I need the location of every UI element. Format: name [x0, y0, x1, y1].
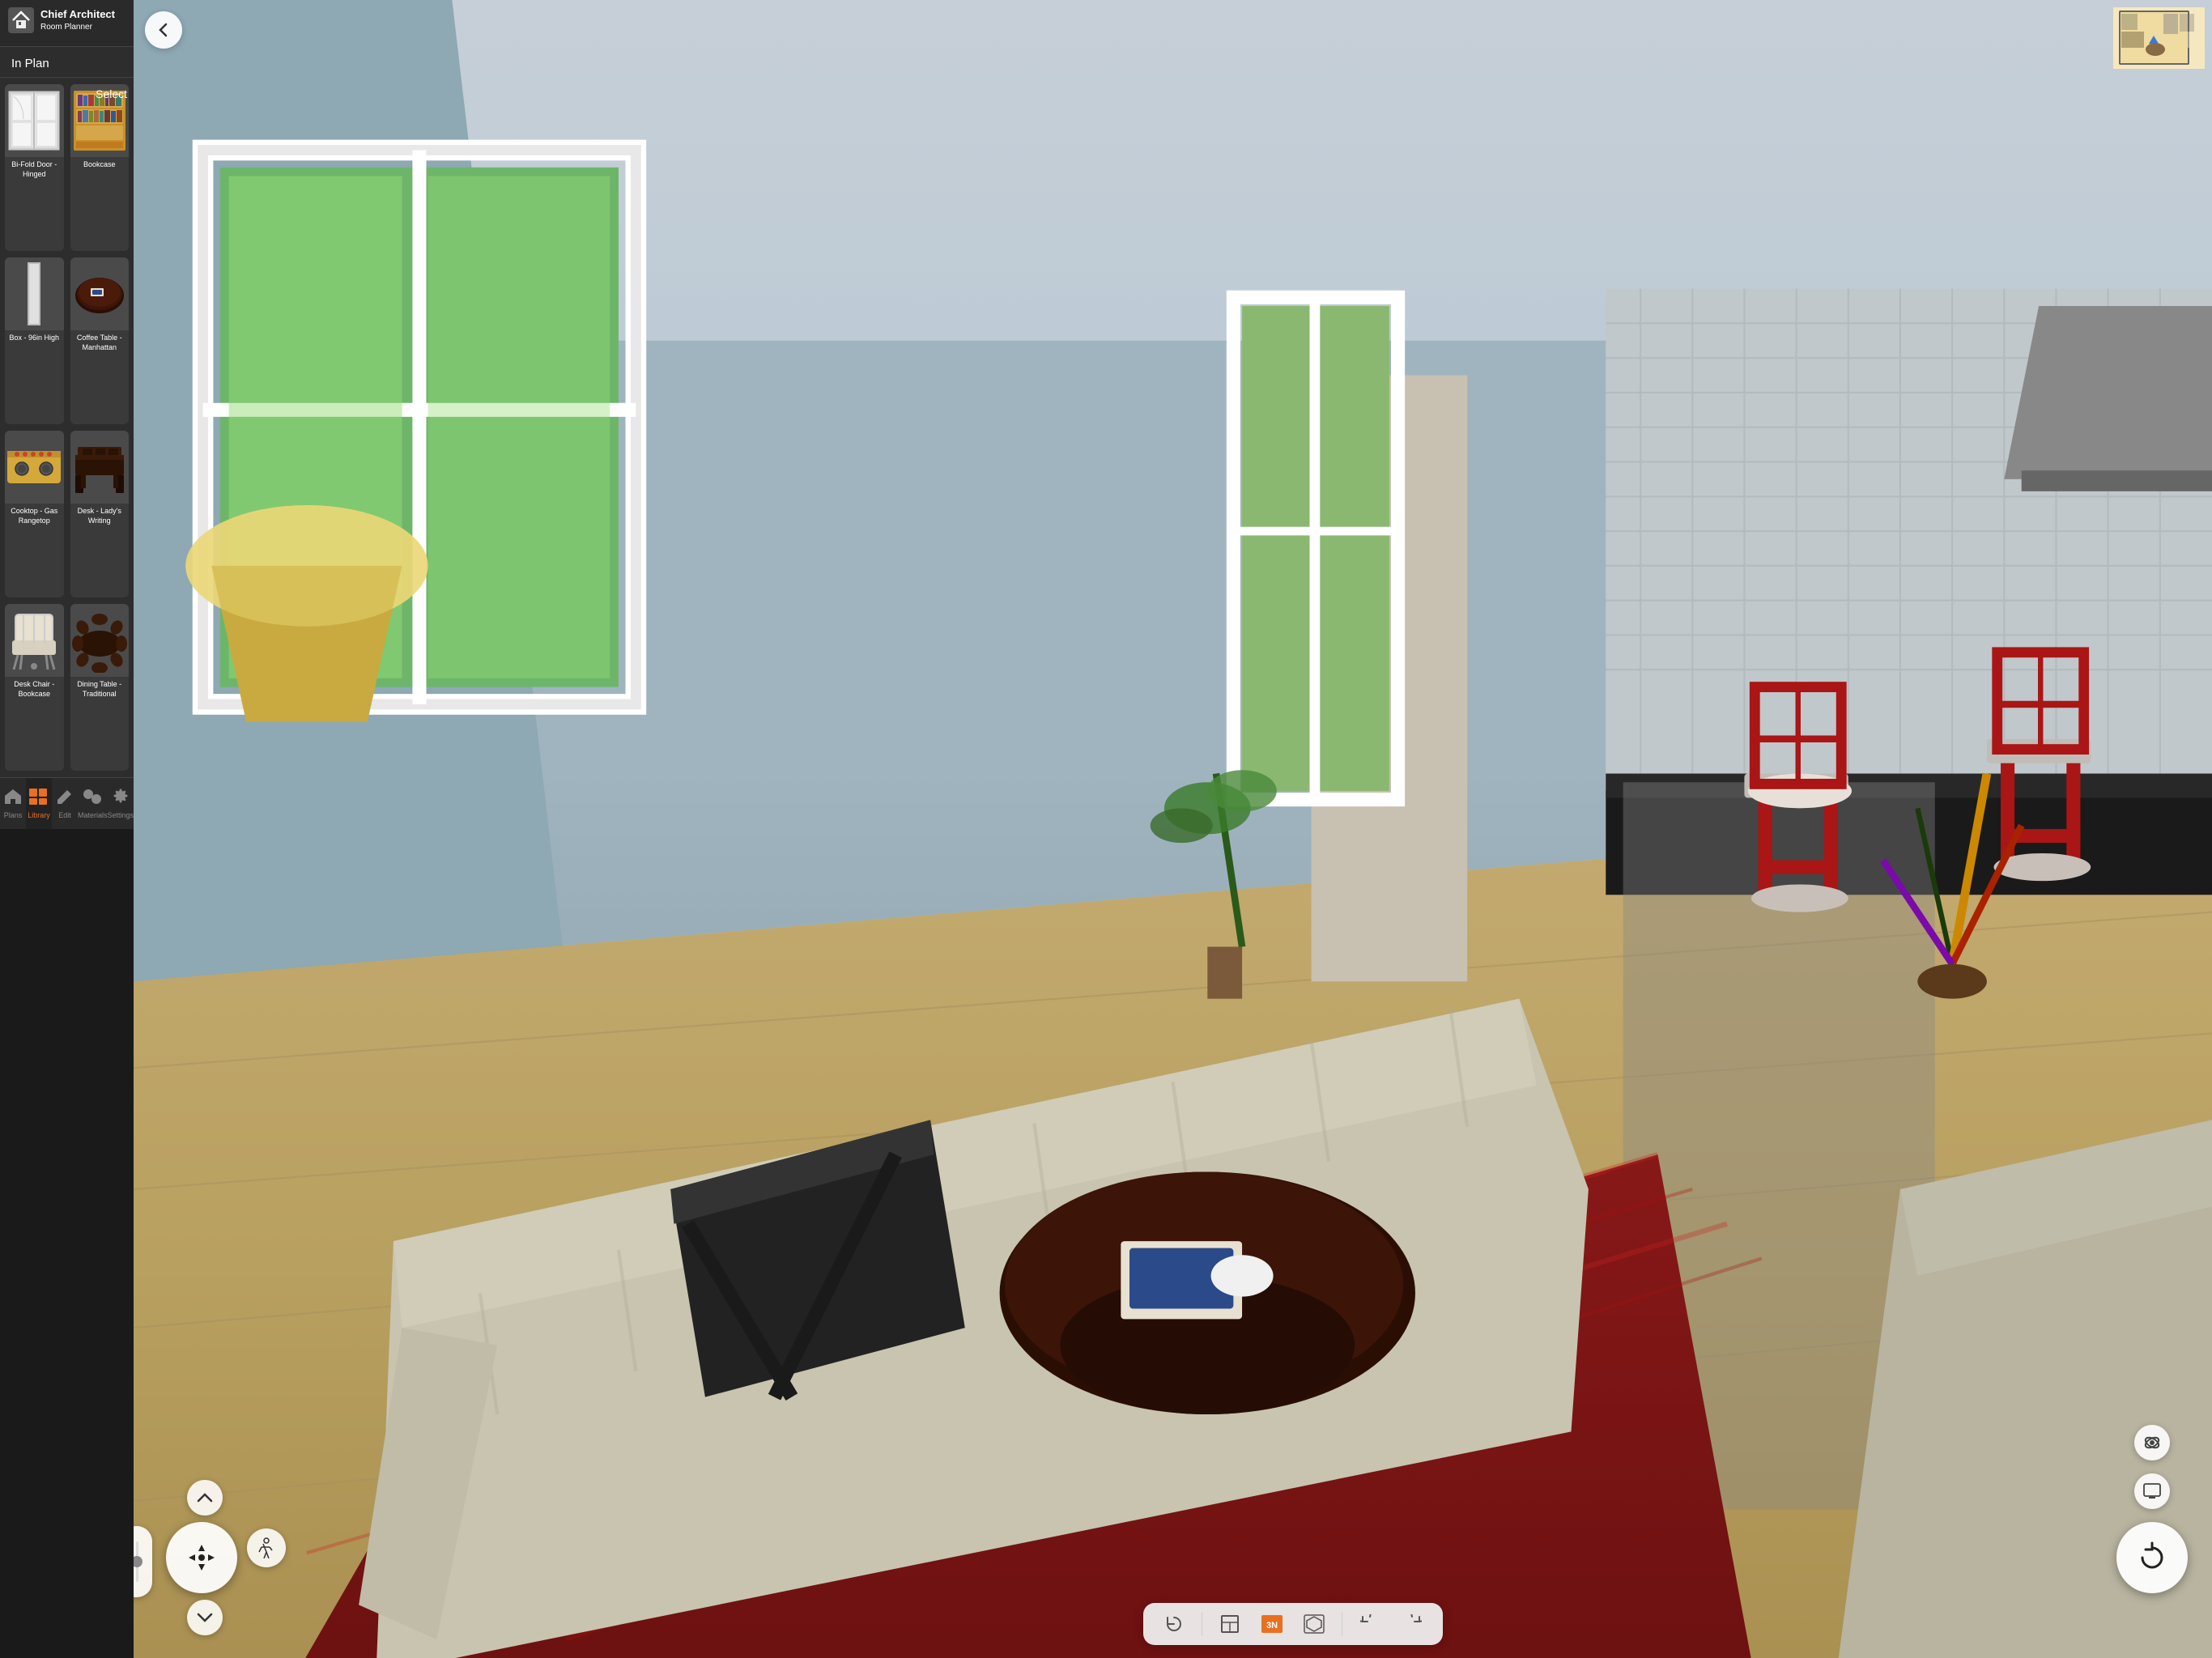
item-bifold-door[interactable]: Bi-Fold Door - Hinged	[5, 84, 64, 251]
height-thumb	[134, 1556, 143, 1567]
rotate-controls-group	[2116, 1425, 2188, 1593]
toolbar-floorplan-button[interactable]	[1215, 1609, 1244, 1639]
item-coffee-manhattan[interactable]: Coffee Table - Manhattan	[70, 257, 130, 424]
item-desk-lady[interactable]: Desk - Lady's Writing	[70, 431, 130, 597]
item-thumb-desk	[70, 431, 130, 504]
item-bookcase[interactable]: Bookcase	[70, 84, 130, 251]
section-label: In Plan Select	[0, 47, 134, 78]
minimap-svg	[2113, 7, 2206, 70]
plans-icon	[2, 788, 23, 809]
height-slider[interactable]	[134, 1526, 152, 1597]
tab-edit[interactable]: Edit	[52, 778, 78, 829]
item-dining-table[interactable]: Dining Table - Traditional	[70, 604, 130, 771]
tab-edit-label: Edit	[58, 811, 71, 819]
tilt-down-button[interactable]	[187, 1600, 223, 1635]
toolbar-undo-button[interactable]	[1355, 1609, 1385, 1639]
app-logo	[8, 7, 34, 33]
left-panel: Chief Architect Room Planner ‹ In Plan I…	[0, 0, 134, 829]
tab-settings-label: Settings	[107, 811, 134, 819]
tab-settings[interactable]: Settings	[107, 778, 134, 829]
settings-icon	[110, 788, 131, 809]
item-label-box: Box - 96in High	[6, 330, 62, 348]
app-title-block: Chief Architect Room Planner	[40, 8, 115, 32]
height-track	[136, 1541, 138, 1582]
item-cooktop[interactable]: Cooktop - Gas Rangetop	[5, 431, 64, 597]
walk-button[interactable]	[247, 1528, 286, 1567]
back-button-3d[interactable]	[145, 11, 182, 49]
toolbar-refresh-button[interactable]	[1159, 1609, 1189, 1639]
item-label-bifold: Bi-Fold Door - Hinged	[5, 157, 64, 184]
tab-materials[interactable]: Materials	[78, 778, 108, 829]
item-label-desk: Desk - Lady's Writing	[70, 504, 130, 530]
tab-plans-label: Plans	[4, 811, 23, 819]
bottom-toolbar: 3N	[1143, 1603, 1443, 1645]
toolbar-3d-button[interactable]: 3N	[1257, 1609, 1287, 1639]
item-thumb-box	[5, 257, 64, 330]
item-thumb-desk-chair	[5, 604, 64, 677]
toolbar-redo-button[interactable]	[1397, 1609, 1427, 1639]
select-button[interactable]: Select	[96, 87, 127, 100]
tilt-up-button[interactable]	[187, 1480, 223, 1516]
move-button[interactable]	[166, 1522, 237, 1593]
materials-icon	[82, 788, 103, 809]
toolbar-ortho-button[interactable]	[1300, 1609, 1329, 1639]
tab-plans[interactable]: Plans	[0, 778, 26, 829]
item-thumb-coffee	[70, 257, 130, 330]
items-grid: Bi-Fold Door - Hinged	[0, 78, 134, 777]
item-thumb-dining	[70, 604, 130, 677]
rotate-button[interactable]	[2116, 1522, 2188, 1593]
item-thumb-bifold	[5, 84, 64, 157]
item-label-dining: Dining Table - Traditional	[70, 677, 130, 704]
app-subtitle: Room Planner	[40, 22, 115, 32]
item-label-cooktop: Cooktop - Gas Rangetop	[5, 504, 64, 530]
room-scene	[134, 0, 2212, 1658]
item-desk-chair[interactable]: Desk Chair - Bookcase	[5, 604, 64, 771]
item-label-desk-chair: Desk Chair - Bookcase	[5, 677, 64, 704]
item-label-coffee: Coffee Table - Manhattan	[70, 330, 130, 357]
item-label-bookcase: Bookcase	[80, 157, 119, 175]
tab-bar: Plans Library Edit	[0, 777, 134, 829]
svg-text:3N: 3N	[1266, 1621, 1277, 1630]
orbit-button[interactable]	[2134, 1425, 2170, 1460]
tab-materials-label: Materials	[78, 811, 108, 819]
3d-view[interactable]: 3N	[134, 0, 2212, 1658]
tab-library-label: Library	[28, 811, 50, 819]
item-thumb-cooktop	[5, 431, 64, 504]
tab-library[interactable]: Library	[26, 778, 52, 829]
nav-controls-group	[166, 1522, 237, 1593]
app-name: Chief Architect	[40, 8, 115, 22]
camera-button[interactable]	[2134, 1473, 2170, 1509]
library-icon	[28, 788, 49, 809]
item-box-96[interactable]: Box - 96in High	[5, 257, 64, 424]
minimap	[2112, 6, 2206, 70]
edit-icon	[54, 788, 75, 809]
app-header: Chief Architect Room Planner	[0, 0, 134, 40]
